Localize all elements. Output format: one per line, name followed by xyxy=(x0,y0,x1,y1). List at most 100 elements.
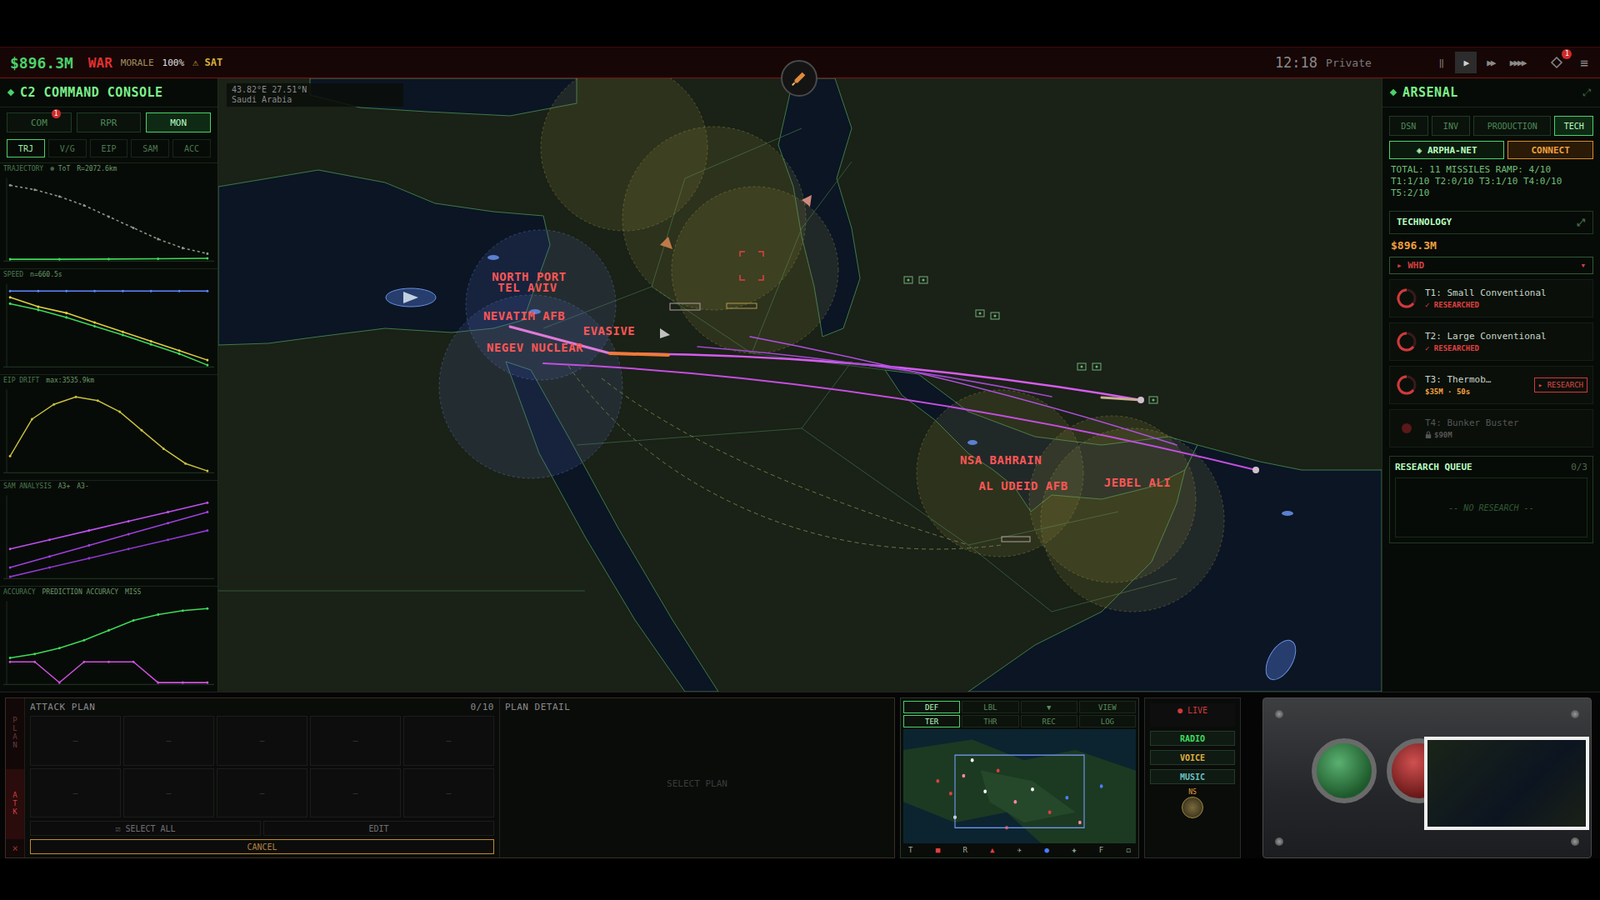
arsenal-tab[interactable]: DSN xyxy=(1389,115,1429,136)
connect-button[interactable]: CONNECT xyxy=(1507,140,1594,160)
plan-slot[interactable]: — xyxy=(310,768,401,819)
plan-slot[interactable]: — xyxy=(30,715,121,766)
minimap-layer[interactable]: REC xyxy=(1020,715,1078,728)
camera-preview[interactable] xyxy=(1424,736,1590,830)
console-tab[interactable]: COM 1 xyxy=(6,112,72,133)
monitor-subtab[interactable]: TRJ xyxy=(6,139,45,158)
green-hardware-button[interactable] xyxy=(1311,738,1377,804)
map-canvas[interactable]: NORTH PORTTEL AVIVNEVATIM AFBNEGEV NUCLE… xyxy=(218,78,1382,692)
plan-slot[interactable]: — xyxy=(123,715,215,766)
monitor-subtab[interactable]: V/G xyxy=(48,139,87,158)
chart-note: ⊗ ToT xyxy=(50,165,70,175)
airbase-icon[interactable] xyxy=(726,303,757,309)
plan-slot[interactable]: — xyxy=(310,715,401,766)
plan-slot[interactable]: — xyxy=(123,768,215,819)
unit-marker-icon[interactable] xyxy=(904,276,913,284)
telemetry-chart: TRAJECTORY⊗ ToTR=2072.6km xyxy=(0,162,218,269)
plan-slot[interactable]: — xyxy=(216,768,308,819)
minimap-layer[interactable]: TER xyxy=(903,715,960,728)
carrier-icon[interactable] xyxy=(385,288,436,307)
legend-toggle[interactable]: ● xyxy=(1044,845,1049,855)
legend-toggle[interactable]: F xyxy=(1099,845,1104,855)
plan-slot[interactable]: — xyxy=(216,715,308,766)
aircraft-icon[interactable] xyxy=(660,328,670,339)
plan-slot[interactable]: — xyxy=(403,715,495,766)
chart-plot xyxy=(3,597,215,690)
minimap-tab[interactable]: VIEW xyxy=(1079,700,1136,714)
radio-channel-button[interactable]: RADIO xyxy=(1150,730,1235,746)
speed-button[interactable]: ▶▶▶▶ xyxy=(1505,51,1531,74)
arsenal-tab[interactable]: TECH xyxy=(1554,115,1594,136)
notification-button[interactable]: 1 xyxy=(1550,54,1567,71)
ship-icon[interactable] xyxy=(967,440,978,445)
monitor-subtab[interactable]: SAM xyxy=(130,139,170,158)
minimap-layer[interactable]: THR xyxy=(961,715,1019,728)
minimap-canvas[interactable] xyxy=(903,729,1136,844)
tech-card[interactable]: T3: Thermob… $35M · 50s▸ RESEARCH xyxy=(1389,365,1594,405)
aircraft-icon[interactable] xyxy=(660,236,673,250)
airbase-icon[interactable] xyxy=(670,303,700,310)
minimap-dot xyxy=(1078,820,1082,825)
monitor-subtab[interactable]: EIP xyxy=(90,139,129,158)
edit-button[interactable]: EDIT xyxy=(263,820,495,836)
arsenal-title: ARSENAL xyxy=(1402,85,1459,100)
unit-marker-icon[interactable] xyxy=(1092,363,1101,370)
legend-toggle[interactable]: ■ xyxy=(935,845,940,855)
flight-route xyxy=(568,365,1002,550)
missile-compass[interactable] xyxy=(780,60,818,97)
unit-marker-icon[interactable] xyxy=(975,310,985,317)
minimap-tab[interactable]: LBL xyxy=(961,700,1019,714)
minimap-tab[interactable]: ▼ xyxy=(1020,700,1078,714)
console-tab[interactable]: RPR xyxy=(76,112,142,133)
console-tab[interactable]: MON xyxy=(145,112,211,133)
arsenal-tab[interactable]: PRODUCTION xyxy=(1473,115,1551,136)
tech-card[interactable]: T1: Small Conventional ✓ RESEARCHED xyxy=(1389,279,1594,318)
series-point xyxy=(181,246,185,250)
expand-button[interactable]: ⤢ xyxy=(1583,86,1592,99)
monitor-subtab[interactable]: ACC xyxy=(172,139,211,158)
arsenal-tab[interactable]: INV xyxy=(1431,115,1471,136)
plan-slot[interactable]: — xyxy=(403,768,495,819)
ship-icon[interactable] xyxy=(487,255,500,260)
plan-slot[interactable]: — xyxy=(30,768,121,819)
tech-card[interactable]: T2: Large Conventional ✓ RESEARCHED xyxy=(1389,322,1594,361)
minimap-layer[interactable]: LOG xyxy=(1079,715,1136,728)
game-screen: $896.3MWARMORALE100%⚠ SAT12:18Private‖▶▶… xyxy=(0,0,1600,900)
carrier-icon[interactable] xyxy=(1260,635,1302,685)
airbase-icon[interactable] xyxy=(1001,536,1030,542)
unit-marker-icon[interactable] xyxy=(1149,396,1158,404)
expand-button[interactable]: ⤢ xyxy=(1577,216,1586,229)
radio-channel-button[interactable]: VOICE xyxy=(1150,750,1235,765)
legend-toggle[interactable]: ✚ xyxy=(1071,845,1076,855)
select-all-button[interactable]: ☑ SELECT ALL xyxy=(30,820,261,836)
tech-card[interactable]: T4: Bunker Buster $90M xyxy=(1389,409,1594,448)
menu-button[interactable]: ≡ xyxy=(1580,55,1589,71)
legend-toggle[interactable]: ▲ xyxy=(990,845,995,855)
aircraft-icon[interactable] xyxy=(801,195,812,207)
strip-tab[interactable]: PLAN xyxy=(5,698,25,770)
ship-icon[interactable] xyxy=(1281,510,1294,516)
volume-knob[interactable]: NS xyxy=(1150,788,1235,819)
speed-button[interactable]: ‖ xyxy=(1430,51,1452,74)
close-button[interactable]: × xyxy=(5,839,25,858)
unit-marker-icon[interactable] xyxy=(990,312,1000,320)
legend-toggle[interactable]: ✈ xyxy=(1017,845,1022,855)
category-dropdown[interactable]: ▸ WHD▾ xyxy=(1389,256,1594,275)
legend-toggle[interactable]: R xyxy=(962,845,967,855)
minimap-tab[interactable]: DEF xyxy=(903,700,960,714)
strip-tab[interactable]: ATK xyxy=(5,769,25,840)
cancel-button[interactable]: CANCEL xyxy=(30,839,495,855)
radio-channel-button[interactable]: MUSIC xyxy=(1150,769,1235,785)
speed-button[interactable]: ▶▶ xyxy=(1480,51,1502,74)
research-button[interactable]: ▸ RESEARCH xyxy=(1534,377,1588,393)
network-button[interactable]: ◈ ARPHA-NET xyxy=(1389,140,1505,160)
speed-button[interactable]: ▶ xyxy=(1455,51,1477,74)
series-point xyxy=(9,302,12,305)
legend-toggle[interactable]: ◻ xyxy=(1126,845,1131,855)
unit-marker-icon[interactable] xyxy=(919,276,928,284)
site-label: TEL AVIV xyxy=(497,280,558,295)
legend-toggle[interactable]: T xyxy=(908,845,913,855)
theater-map[interactable]: NORTH PORTTEL AVIVNEVATIM AFBNEGEV NUCLE… xyxy=(218,78,1382,692)
queue-empty: -- NO RESEARCH -- xyxy=(1448,503,1534,513)
unit-marker-icon[interactable] xyxy=(1077,363,1086,370)
